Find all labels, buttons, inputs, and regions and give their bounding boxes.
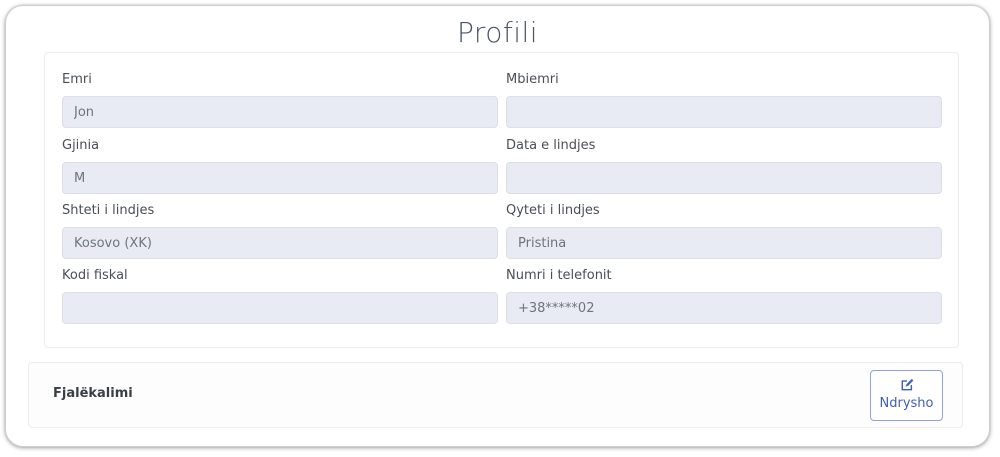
password-label: Fjalëkalimi [53, 386, 133, 401]
birth-date-input[interactable] [506, 162, 942, 194]
last-name-label: Mbiemri [506, 72, 559, 87]
birth-date-field: Data e lindjes [506, 137, 942, 194]
phone-input[interactable] [506, 292, 942, 324]
last-name-field: Mbiemri [506, 71, 942, 128]
first-name-input[interactable] [62, 96, 498, 128]
birth-city-input[interactable] [506, 227, 942, 259]
fiscal-code-label: Kodi fiskal [62, 268, 128, 283]
fiscal-code-input[interactable] [62, 292, 498, 324]
gender-label: Gjinia [62, 138, 100, 153]
profile-form: Emri Mbiemri Gjinia Data e lindjes Shtet… [44, 52, 959, 348]
fiscal-code-field: Kodi fiskal [62, 267, 498, 324]
change-password-button[interactable]: Ndrysho [870, 370, 943, 421]
first-name-label: Emri [62, 72, 92, 87]
birth-country-label: Shteti i lindjes [62, 203, 155, 218]
change-password-label: Ndrysho [879, 396, 934, 411]
birth-city-label: Qyteti i lindjes [506, 203, 600, 218]
gender-input[interactable] [62, 162, 498, 194]
last-name-input[interactable] [506, 96, 942, 128]
birth-city-field: Qyteti i lindjes [506, 202, 942, 259]
birth-country-input[interactable] [62, 227, 498, 259]
birth-date-label: Data e lindjes [506, 138, 596, 153]
password-section: Fjalëkalimi Ndrysho [28, 362, 963, 428]
edit-icon [901, 378, 913, 391]
first-name-field: Emri [62, 71, 498, 128]
phone-field: Numri i telefonit [506, 267, 942, 324]
birth-country-field: Shteti i lindjes [62, 202, 498, 259]
page-title: Profili [456, 16, 539, 49]
gender-field: Gjinia [62, 137, 498, 194]
phone-label: Numri i telefonit [506, 268, 612, 283]
